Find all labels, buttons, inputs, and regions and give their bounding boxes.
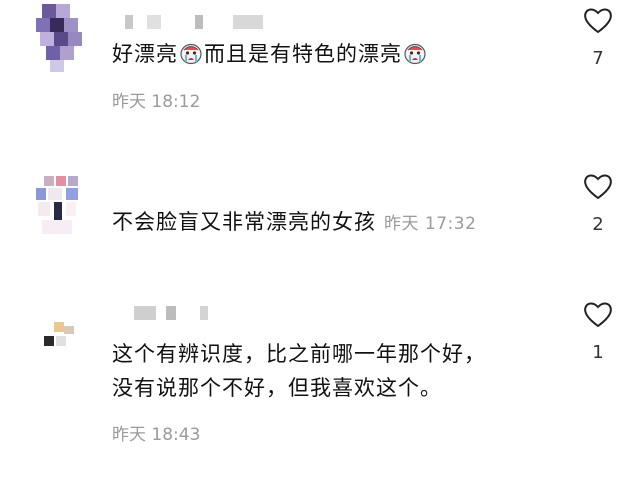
crying-face-emoji xyxy=(180,43,202,65)
comment-text-line: 这个有辨识度，比之前哪一年那个好， xyxy=(112,342,486,366)
heart-outline-icon xyxy=(584,8,612,34)
comment-time: 昨天 18:12 xyxy=(112,92,201,112)
comment-text-part: 不会脸盲又非常漂亮的女孩 xyxy=(112,210,376,234)
comment-item: 这个有辨识度，比之前哪一年那个好， 没有说那个不好，但我喜欢这个。 昨天 18:… xyxy=(0,290,640,470)
comment-text-part: 而且是有特色的漂亮 xyxy=(204,42,402,66)
heart-outline-icon xyxy=(584,174,612,200)
comment-text-part: 好漂亮 xyxy=(112,42,178,66)
like-count: 1 xyxy=(592,342,604,363)
username-blurred[interactable] xyxy=(115,13,265,31)
comment-time: 昨天 17:32 xyxy=(384,214,477,234)
comment-time: 昨天 18:43 xyxy=(112,425,201,445)
like-button[interactable]: 2 xyxy=(578,172,618,235)
crying-face-emoji xyxy=(404,43,426,65)
avatar[interactable] xyxy=(40,322,90,358)
like-count: 7 xyxy=(592,48,604,69)
username-blurred[interactable] xyxy=(120,304,270,322)
like-count: 2 xyxy=(592,214,604,235)
heart-outline-icon xyxy=(584,302,612,328)
avatar[interactable] xyxy=(32,4,92,74)
like-button[interactable]: 1 xyxy=(578,300,618,363)
comment-text: 不会脸盲又非常漂亮的女孩 昨天 17:32 xyxy=(112,208,476,239)
like-button[interactable]: 7 xyxy=(578,6,618,69)
comment-text-line: 没有说那个不好，但我喜欢这个。 xyxy=(112,376,442,400)
comment-item: 不会脸盲又非常漂亮的女孩 昨天 17:32 2 xyxy=(0,160,640,280)
avatar[interactable] xyxy=(32,176,92,246)
comment-text: 好漂亮 而且是有特色的漂亮 xyxy=(112,40,428,69)
comment-item: 好漂亮 而且是有特色的漂亮 昨天 18:12 7 xyxy=(0,0,640,140)
